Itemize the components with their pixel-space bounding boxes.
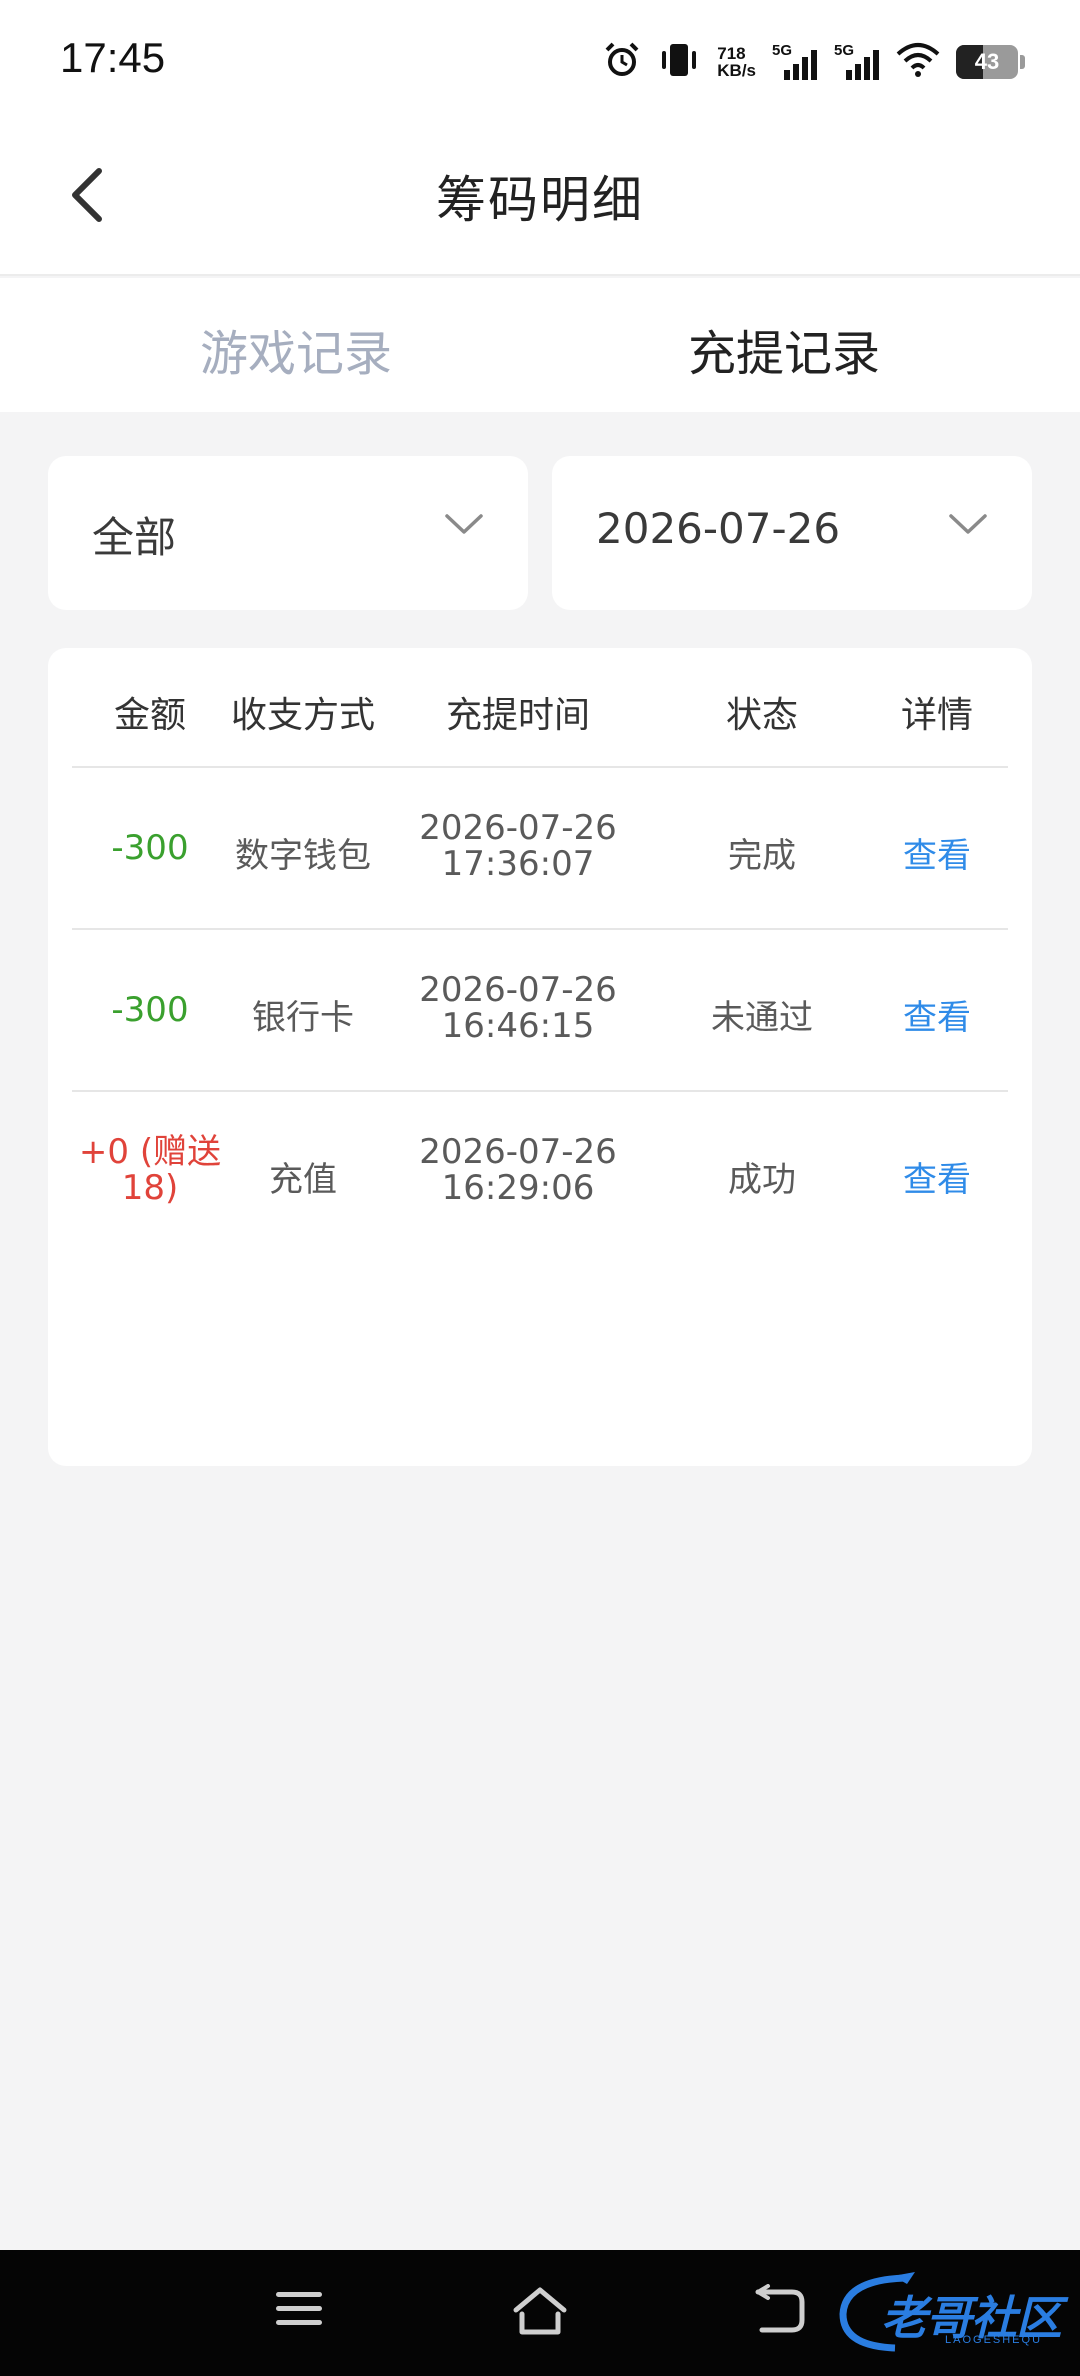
records-table: 金额 收支方式 充提时间 状态 详情 -300 数字钱包 2026-07-26 … [48, 648, 1032, 1466]
signal-1-icon: 5G [772, 42, 818, 82]
back-icon [752, 2284, 808, 2342]
tab-game-records[interactable]: 游戏记录 [200, 314, 392, 384]
net-speed-value: 718 [717, 44, 746, 63]
row-date: 2026-07-26 [419, 970, 617, 1010]
type-filter-value: 全部 [92, 513, 177, 562]
row-amount: +0 (赠送 18) [72, 1134, 228, 1206]
row-method: 充值 [269, 1160, 337, 1200]
row-clock: 16:46:15 [441, 1006, 595, 1046]
watermark-logo: 老哥社区 LAOGESHEQU [835, 2270, 1075, 2356]
page-title: 筹码明细 [436, 171, 644, 229]
row-method: 银行卡 [252, 998, 354, 1038]
wifi-icon [896, 42, 940, 82]
row-date: 2026-07-26 [419, 1132, 617, 1172]
view-detail-link[interactable]: 查看 [866, 828, 1008, 877]
row-method: 数字钱包 [235, 836, 371, 876]
tab-bar: 游戏记录 充提记录 [0, 278, 1080, 412]
menu-icon [272, 2292, 328, 2338]
status-icons: 718 KB/s 5G 5G 43 [603, 38, 1025, 86]
tab-deposit-withdraw-records[interactable]: 充提记录 [688, 314, 880, 384]
date-filter-value: 2026-07-26 [596, 504, 841, 553]
row-amount: -300 [111, 828, 189, 868]
row-time: 2026-07-26 16:46:15 [378, 972, 658, 1044]
alarm-icon [603, 41, 641, 83]
row-amount: -300 [111, 990, 189, 1030]
column-header-amount: 金额 [113, 695, 186, 736]
row-status: 未通过 [711, 998, 813, 1038]
column-header-status: 状态 [725, 695, 798, 736]
table-row: +0 (赠送 18) 充值 2026-07-26 16:29:06 成功 查看 [72, 1092, 1008, 1254]
date-filter-dropdown[interactable]: 2026-07-26 [552, 456, 1032, 610]
battery-nub [1020, 55, 1025, 69]
column-header-method: 收支方式 [230, 695, 375, 736]
nav-menu-button[interactable] [272, 2284, 328, 2338]
battery-icon: 43 [956, 45, 1018, 79]
row-status: 完成 [728, 836, 796, 876]
app-header: 筹码明细 [0, 120, 1080, 276]
status-time: 17:45 [60, 34, 166, 81]
system-nav-bar: 老哥社区 LAOGESHEQU [0, 2250, 1080, 2376]
nav-back-button[interactable] [752, 2284, 808, 2342]
nav-home-button[interactable] [510, 2284, 570, 2342]
row-amount-line2: 18) [121, 1168, 179, 1208]
column-header-detail: 详情 [900, 695, 973, 736]
chevron-down-icon [948, 512, 988, 540]
view-detail-link[interactable]: 查看 [866, 990, 1008, 1039]
status-bar: 17:45 718 KB/s 5G 5G 43 [0, 0, 1080, 120]
row-date: 2026-07-26 [419, 808, 617, 848]
row-clock: 17:36:07 [441, 844, 595, 884]
view-detail-link[interactable]: 查看 [866, 1152, 1008, 1201]
chevron-down-icon [444, 512, 484, 540]
vibrate-icon [657, 41, 701, 83]
column-header-time: 充提时间 [445, 695, 590, 736]
net-speed-unit: KB/s [717, 61, 756, 80]
watermark-subtext: LAOGESHEQU [945, 2334, 1043, 2346]
type-filter-dropdown[interactable]: 全部 [48, 456, 528, 610]
row-time: 2026-07-26 17:36:07 [378, 810, 658, 882]
row-status: 成功 [728, 1160, 796, 1200]
row-time: 2026-07-26 16:29:06 [378, 1134, 658, 1206]
table-row: -300 数字钱包 2026-07-26 17:36:07 完成 查看 [72, 768, 1008, 930]
table-header: 金额 收支方式 充提时间 状态 详情 [72, 648, 1008, 768]
table-row: -300 银行卡 2026-07-26 16:46:15 未通过 查看 [72, 930, 1008, 1092]
signal-2-icon: 5G [834, 42, 880, 82]
row-clock: 16:29:06 [441, 1168, 595, 1208]
net-speed: 718 KB/s [717, 45, 756, 79]
row-amount-line1: +0 (赠送 [78, 1132, 222, 1172]
battery-level: 43 [974, 49, 1000, 74]
home-icon [510, 2287, 570, 2342]
